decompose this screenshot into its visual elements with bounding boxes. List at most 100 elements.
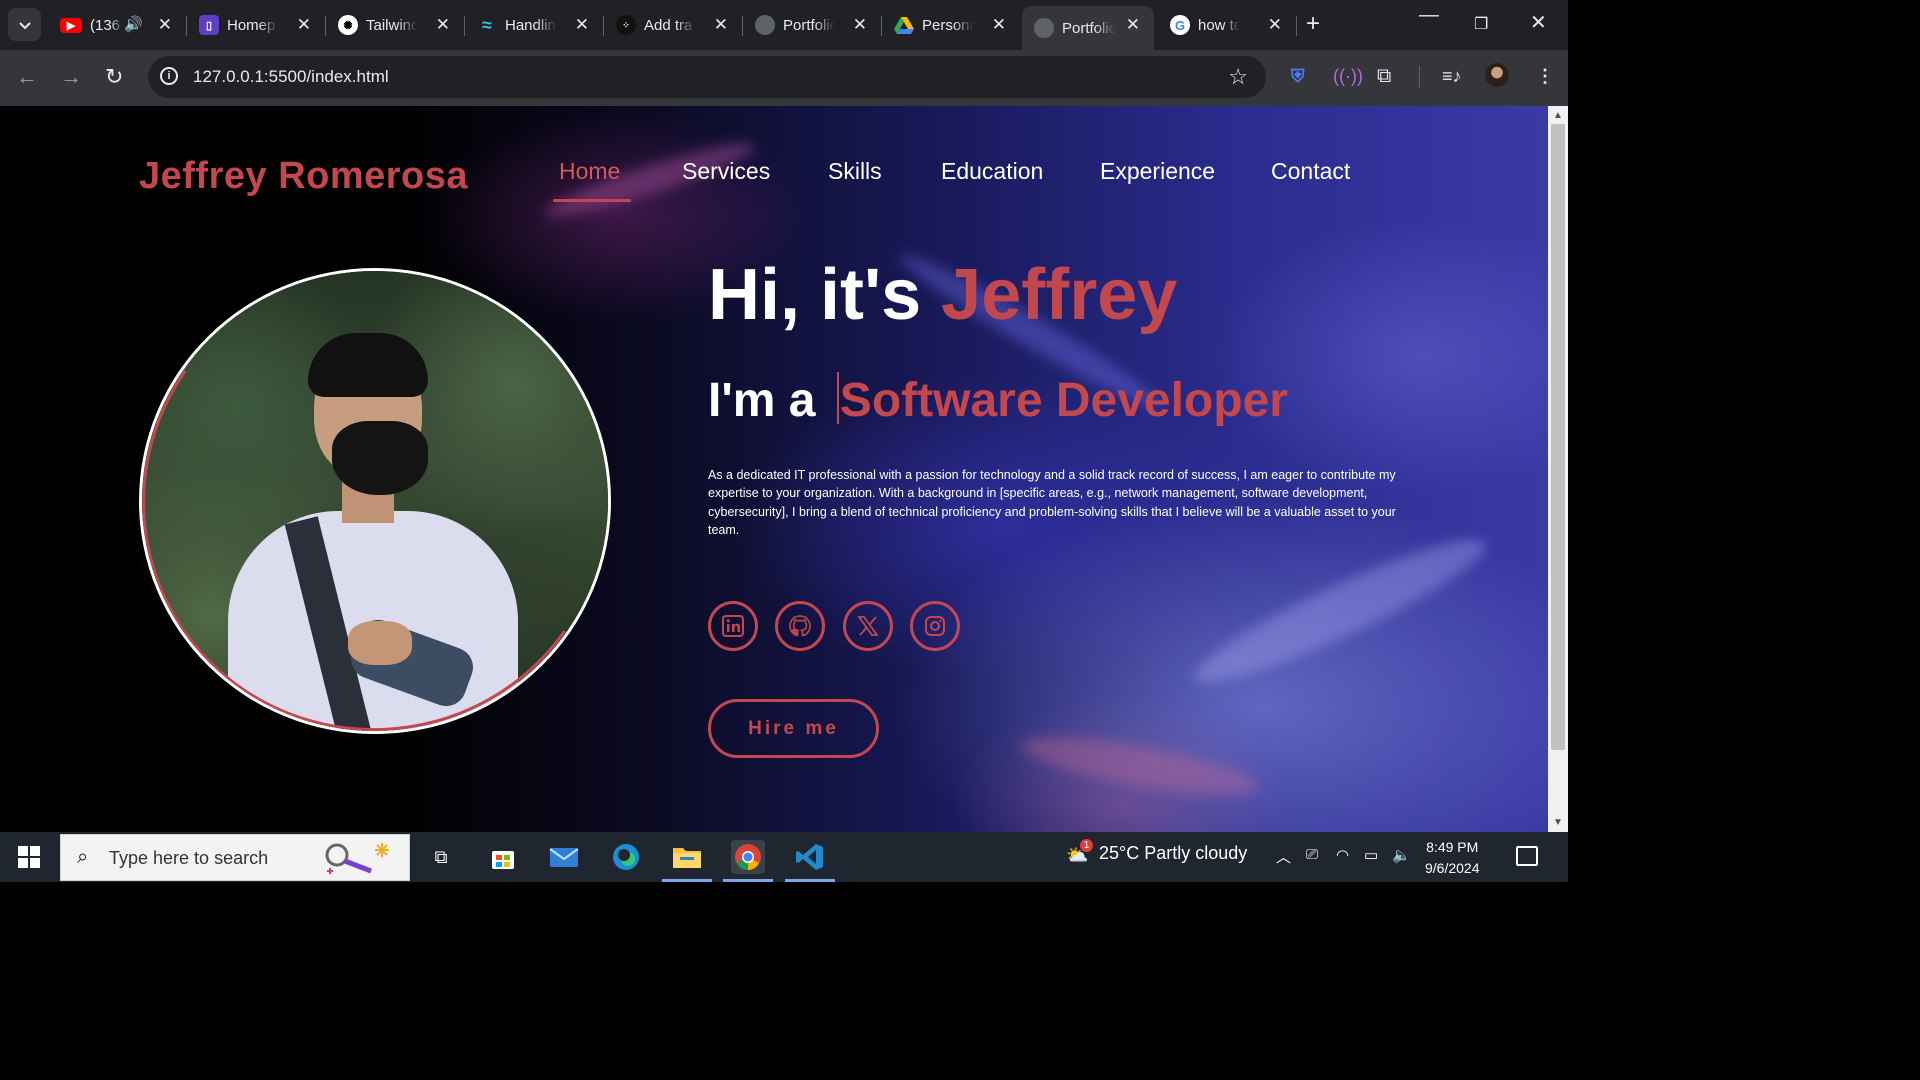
tab-strip: ▶ (136 🔊 ✕ ▯ Homep ✕ ✺ Tailwind ✕ ≈ Hand… — [0, 0, 1568, 50]
instagram-button[interactable] — [910, 601, 960, 651]
tab-add-transition[interactable]: ⁘ Add tra ✕ — [604, 6, 743, 44]
hero-role-line: I'm a Software Developer — [708, 372, 1288, 427]
tab-portfolio-active[interactable]: Portfolic ✕ — [1022, 6, 1154, 50]
face-mask — [332, 421, 428, 495]
forward-button[interactable]: → — [60, 64, 82, 90]
restore-button[interactable]: ❐ — [1474, 14, 1488, 34]
file-explorer-icon[interactable] — [670, 840, 704, 874]
homepage-icon: ▯ — [199, 15, 219, 35]
profile-photo — [139, 268, 611, 734]
tailwind-icon: ≈ — [482, 14, 492, 35]
reload-button[interactable]: ↻ — [105, 64, 123, 90]
taskbar-search-placeholder: Type here to search — [109, 848, 269, 868]
nav-services[interactable]: Services — [682, 158, 770, 185]
menu-kebab-icon[interactable]: ⋮ — [1536, 65, 1554, 87]
nav-active-underline — [553, 199, 631, 202]
battery-icon[interactable]: ▭ — [1364, 846, 1378, 864]
close-tab-icon[interactable]: ✕ — [992, 16, 1006, 34]
linkedin-button[interactable] — [708, 601, 758, 651]
nav-experience[interactable]: Experience — [1100, 158, 1215, 185]
close-tab-icon[interactable]: ✕ — [158, 16, 172, 34]
scroll-thumb[interactable] — [1551, 124, 1565, 750]
profile-avatar[interactable] — [1485, 63, 1509, 87]
extensions-puzzle-icon[interactable]: ⧉ — [1377, 65, 1391, 87]
tab-portfolio-1[interactable]: Portfolic ✕ — [743, 6, 882, 44]
hire-me-button[interactable]: Hire me — [708, 699, 879, 758]
edge-icon[interactable] — [609, 840, 643, 874]
windows-taskbar: ⌕ Type here to search ⧉ ⛅ 1 25°C Partly c… — [0, 832, 1568, 882]
tab-personal-drive[interactable]: Persona ✕ — [882, 6, 1020, 44]
url-text[interactable]: 127.0.0.1:5500/index.html — [193, 67, 389, 87]
back-button[interactable]: ← — [16, 64, 38, 90]
instagram-icon — [925, 616, 945, 636]
linkedin-icon — [722, 615, 744, 637]
dots-icon: ⁘ — [616, 15, 636, 35]
mail-icon[interactable] — [547, 840, 581, 874]
search-highlight-illustration — [325, 843, 389, 874]
hero-name: Jeffrey — [941, 255, 1178, 335]
vscode-icon[interactable] — [793, 840, 827, 874]
bitwarden-icon[interactable]: ⛨ — [1291, 65, 1305, 87]
github-button[interactable] — [775, 601, 825, 651]
nav-contact[interactable]: Contact — [1271, 158, 1350, 185]
close-tab-icon[interactable]: ✕ — [714, 16, 728, 34]
media-control-icon[interactable]: ≡♪ — [1442, 65, 1462, 87]
close-tab-icon[interactable]: ✕ — [1268, 16, 1282, 34]
nav-skills[interactable]: Skills — [828, 158, 882, 185]
show-hidden-icons-chevron-icon[interactable]: ︿ — [1276, 846, 1291, 867]
hero-greeting: Hi, it's Jeffrey — [708, 255, 1178, 335]
clock-date: 9/6/2024 — [1425, 860, 1480, 876]
hero-bio: As a dedicated IT professional with a pa… — [708, 468, 1396, 537]
site-logo[interactable]: Jeffrey Romerosa — [139, 155, 468, 198]
close-tab-icon[interactable]: ✕ — [575, 16, 589, 34]
close-window-button[interactable]: ✕ — [1530, 10, 1547, 35]
x-icon — [857, 616, 879, 636]
taskbar-search-box[interactable]: ⌕ Type here to search — [60, 834, 410, 881]
browser-toolbar: ← → ↻ i 127.0.0.1:5500/index.html ☆ ⛨ ((… — [0, 50, 1568, 106]
tab-homepage[interactable]: ▯ Homep ✕ — [187, 6, 326, 44]
tab-youtube[interactable]: ▶ (136 🔊 ✕ — [48, 6, 187, 44]
tab-tailwind[interactable]: ✺ Tailwind ✕ — [326, 6, 465, 44]
drive-icon — [894, 15, 914, 35]
tab-google-search[interactable]: G how to ✕ — [1158, 6, 1297, 44]
github-icon — [789, 615, 811, 637]
nav-education[interactable]: Education — [941, 158, 1043, 185]
minimize-button[interactable]: — — [1419, 4, 1439, 27]
notification-center-icon[interactable] — [1516, 846, 1538, 866]
new-tab-button[interactable]: + — [1306, 12, 1320, 36]
site-info-icon[interactable]: i — [160, 67, 178, 85]
weather-widget[interactable]: ⛅ 1 25°C Partly cloudy — [1066, 839, 1247, 866]
youtube-icon: ▶ — [60, 17, 82, 33]
windows-start-button[interactable] — [18, 846, 40, 868]
system-clock[interactable]: 8:49 PM 9/6/2024 — [1425, 837, 1480, 879]
meet-now-icon[interactable]: ⎚ — [1306, 846, 1318, 863]
partly-cloudy-icon: ⛅ 1 — [1066, 839, 1094, 866]
google-icon: G — [1170, 15, 1190, 35]
globe-icon — [1034, 18, 1054, 38]
nav-home[interactable]: Home — [559, 158, 620, 185]
scroll-up-arrow-icon[interactable]: ▲ — [1553, 110, 1563, 121]
close-tab-icon[interactable]: ✕ — [1126, 16, 1140, 34]
bookmark-star-icon[interactable]: ☆ — [1228, 64, 1248, 90]
x-twitter-button[interactable] — [843, 601, 893, 651]
close-tab-icon[interactable]: ✕ — [436, 16, 450, 34]
tab-search-button[interactable] — [8, 8, 41, 41]
hero-role: Software Developer — [839, 374, 1288, 427]
scroll-down-arrow-icon[interactable]: ▼ — [1553, 817, 1563, 828]
close-tab-icon[interactable]: ✕ — [853, 16, 867, 34]
weather-badge: 1 — [1080, 839, 1093, 852]
chatgpt-icon: ✺ — [338, 15, 358, 35]
volume-icon[interactable]: 🔈 — [1392, 846, 1411, 864]
page-scrollbar[interactable]: ▲ ▼ — [1548, 106, 1568, 832]
address-bar[interactable]: i 127.0.0.1:5500/index.html ☆ — [148, 56, 1266, 98]
microsoft-store-icon[interactable] — [486, 840, 520, 874]
close-tab-icon[interactable]: ✕ — [297, 16, 311, 34]
extension-purple-icon[interactable]: ((·)) — [1333, 65, 1363, 87]
search-icon: ⌕ — [77, 846, 89, 868]
tab-handling[interactable]: ≈ Handlin ✕ — [465, 6, 604, 44]
speaker-icon[interactable]: 🔊 — [124, 15, 143, 33]
chrome-icon[interactable] — [731, 840, 765, 874]
wifi-icon[interactable]: ◠ — [1336, 846, 1349, 864]
chevron-down-icon — [18, 21, 31, 29]
task-view-icon[interactable]: ⧉ — [424, 840, 458, 874]
